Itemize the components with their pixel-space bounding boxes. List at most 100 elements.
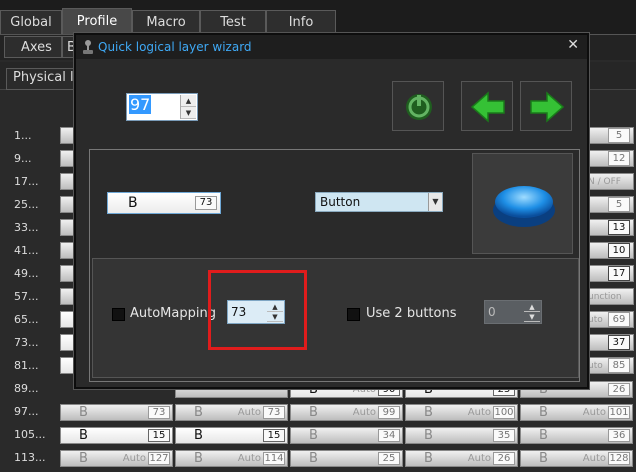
auto-label: Auto [467, 453, 491, 464]
button-cell[interactable]: B 34 [290, 427, 403, 444]
button-number: 26 [608, 383, 630, 396]
auto-label: Auto [237, 407, 261, 418]
right-number-field: 5 [608, 197, 630, 212]
layer-number-value: 97 [129, 95, 152, 114]
row-label: 25... [14, 198, 39, 211]
button-cell[interactable]: B Auto 100 [405, 404, 518, 421]
layer-number-stepper[interactable]: 97 ▲ ▼ [126, 93, 198, 121]
button-cell[interactable]: B 25 [290, 450, 403, 467]
right-number-field: 17 [608, 266, 630, 281]
button-number: 128 [608, 452, 630, 465]
button-number: 34 [378, 429, 400, 442]
button-cell[interactable]: B Auto 99 [290, 404, 403, 421]
row-label: 97... [14, 405, 39, 418]
up-arrow-icon[interactable]: ▲ [181, 95, 196, 107]
button-name-field[interactable]: B 73 [107, 192, 221, 214]
previous-button[interactable] [461, 81, 513, 131]
chevron-down-icon[interactable]: ▼ [428, 193, 442, 211]
row-label: 81... [14, 359, 39, 372]
row-label: 89... [14, 382, 39, 395]
right-number-field: 37 [608, 335, 630, 350]
button-letter: B [539, 451, 548, 466]
row-label: 41... [14, 244, 39, 257]
down-arrow-icon[interactable]: ▼ [181, 107, 196, 119]
button-cell[interactable]: B Auto 127 [60, 450, 173, 467]
arrow-right-icon [530, 91, 565, 123]
physical-layer-tab[interactable]: Physical la [6, 68, 78, 90]
button-letter: B [539, 428, 548, 443]
auto-label: Auto [122, 453, 146, 464]
blue-button-icon [493, 186, 555, 227]
on-off-text: N / OFF [588, 177, 621, 187]
row-label: 73... [14, 336, 39, 349]
button-letter: B [194, 405, 203, 420]
use-2-buttons-checkbox[interactable] [347, 308, 360, 321]
button-number: 15 [263, 429, 285, 442]
highlight-box [208, 270, 307, 350]
close-icon[interactable]: ✕ [567, 37, 579, 53]
button-cell[interactable]: B Auto 101 [520, 404, 633, 421]
button-cell[interactable]: B Auto 73 [175, 404, 288, 421]
up-arrow-icon[interactable]: ▲ [524, 302, 540, 312]
right-number-field: 12 [608, 151, 630, 166]
button-letter: B [424, 405, 433, 420]
tab-test[interactable]: Test [200, 10, 266, 34]
auto-label: Auto [467, 407, 491, 418]
auto-label: Auto [352, 407, 376, 418]
next-button[interactable] [520, 81, 572, 131]
dialog-title: Quick logical layer wizard [98, 40, 252, 54]
button-letter: B [539, 405, 548, 420]
right-number-field: 10 [608, 243, 630, 258]
right-number-field: 69 [608, 312, 630, 327]
use-2-buttons-value: 0 [488, 305, 496, 319]
automapping-checkbox[interactable] [112, 308, 125, 321]
button-number: 73 [148, 406, 170, 419]
auto-label: Auto [582, 407, 606, 418]
button-number: 25 [378, 452, 400, 465]
button-cell[interactable]: B Auto 26 [405, 450, 518, 467]
use-2-buttons-stepper[interactable]: 0 ▲ ▼ [484, 300, 542, 324]
button-preview [472, 153, 573, 254]
button-cell[interactable]: B Auto 114 [175, 450, 288, 467]
button-number: 15 [148, 429, 170, 442]
button-type-select[interactable]: Button ▼ [315, 192, 443, 212]
tab-global[interactable]: Global [0, 10, 62, 34]
button-letter: B [79, 405, 88, 420]
reset-button[interactable] [392, 81, 444, 131]
use-2-buttons-stepper-arrows[interactable]: ▲ ▼ [524, 302, 540, 322]
button-letter: B [424, 428, 433, 443]
button-letter: B [194, 428, 203, 443]
button-number-value: 73 [195, 196, 217, 210]
button-number: 114 [263, 452, 285, 465]
subtab-axes[interactable]: Axes [4, 36, 62, 58]
button-name-value: B [128, 195, 138, 211]
tab-macro[interactable]: Macro [132, 10, 200, 34]
auto-text: uto [588, 361, 603, 371]
function-text: unction [588, 292, 622, 302]
button-cell[interactable]: B 35 [405, 427, 518, 444]
power-reset-icon [406, 94, 432, 120]
auto-text: uto [588, 315, 603, 325]
button-cell[interactable]: B 15 [175, 427, 288, 444]
row-label: 49... [14, 267, 39, 280]
button-letter: B [309, 405, 318, 420]
stepper-arrows[interactable]: ▲ ▼ [180, 95, 196, 119]
right-number-field: 13 [608, 220, 630, 235]
down-arrow-icon[interactable]: ▼ [524, 312, 540, 322]
button-cell[interactable]: B Auto 128 [520, 450, 633, 467]
right-number-field: 85 [608, 358, 630, 373]
button-number: 100 [493, 406, 515, 419]
button-letter: B [79, 451, 88, 466]
button-cell[interactable]: B 73 [60, 404, 173, 421]
row-label: 65... [14, 313, 39, 326]
tab-profile[interactable]: Profile [62, 8, 132, 34]
row-label: 17... [14, 175, 39, 188]
button-cell[interactable]: B 36 [520, 427, 633, 444]
button-number: 35 [493, 429, 515, 442]
button-letter: B [309, 451, 318, 466]
button-cell[interactable]: B 15 [60, 427, 173, 444]
button-letter: B [309, 428, 318, 443]
tab-info[interactable]: Info [266, 10, 336, 34]
dialog-title-bar: Quick logical layer wizard ✕ [76, 35, 587, 59]
row-label: 33... [14, 221, 39, 234]
